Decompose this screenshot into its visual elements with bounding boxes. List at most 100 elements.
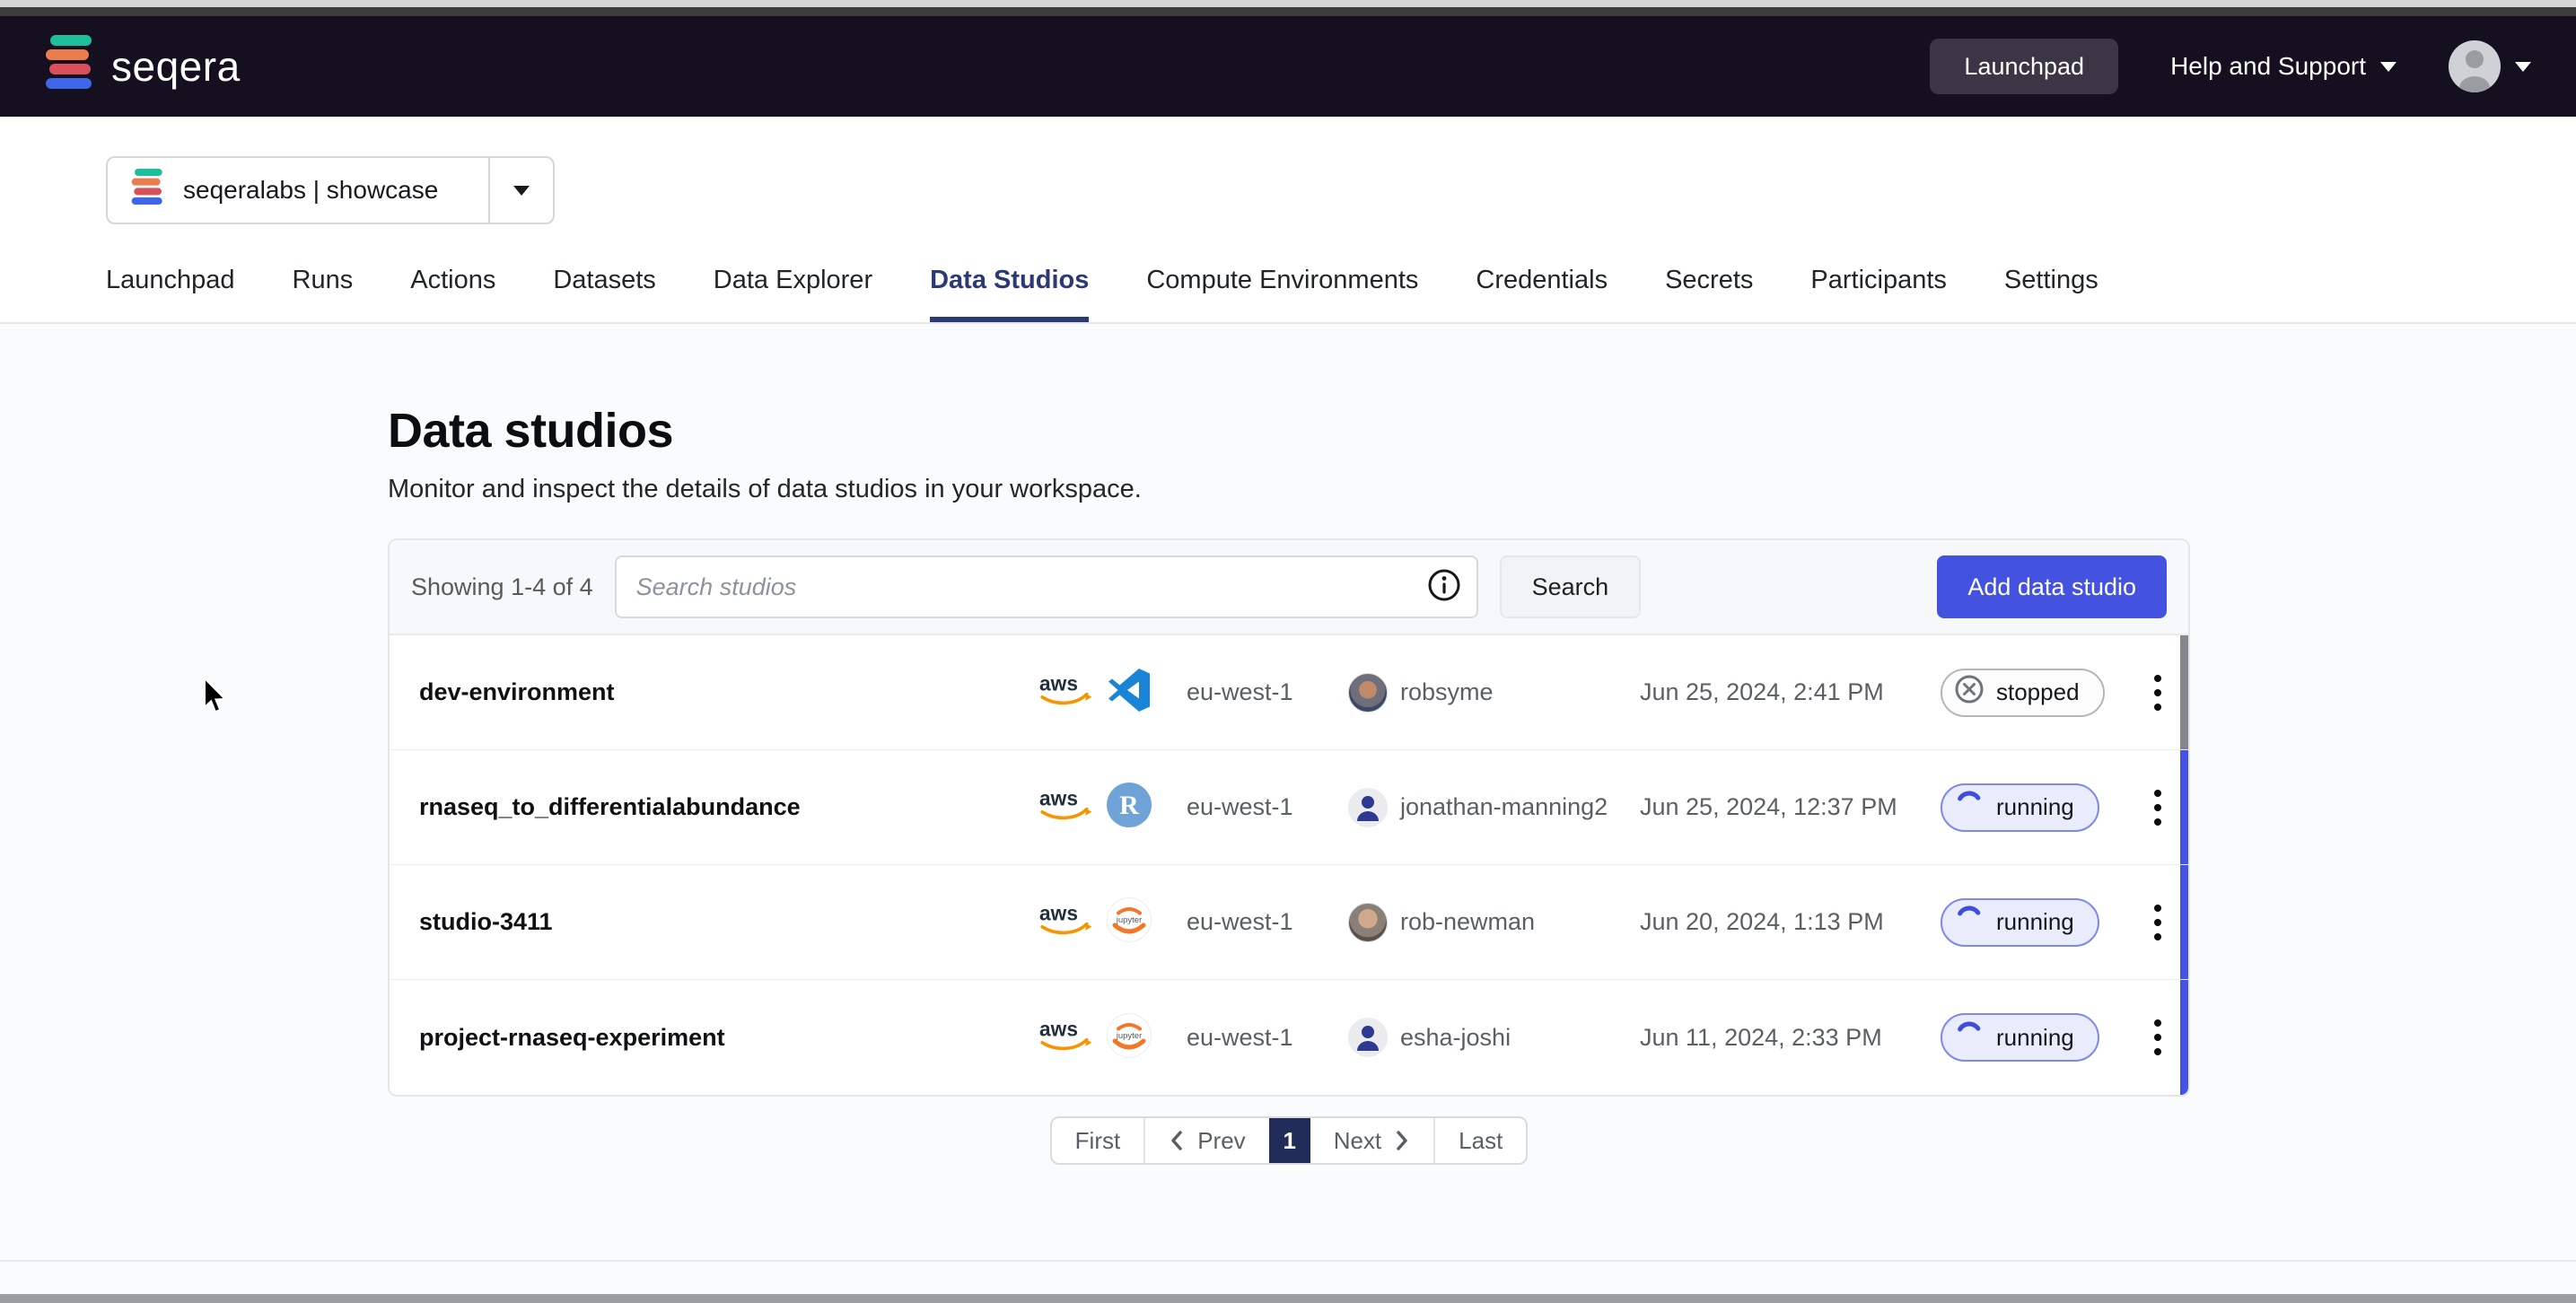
studio-icons: aws R	[1038, 783, 1187, 832]
aws-icon: aws	[1038, 1018, 1094, 1058]
add-data-studio-button[interactable]: Add data studio	[1937, 555, 2167, 618]
status-bar	[2180, 865, 2188, 979]
svg-text:aws: aws	[1039, 787, 1078, 810]
tab-datasets[interactable]: Datasets	[553, 266, 655, 322]
page-current[interactable]: 1	[1269, 1118, 1310, 1163]
top-navbar: seqera Launchpad Help and Support	[0, 16, 2576, 117]
row-menu-button[interactable]	[2138, 781, 2177, 835]
jupyter-icon: jupyter	[1107, 897, 1152, 947]
tab-data-studios[interactable]: Data Studios	[930, 266, 1089, 322]
tab-runs[interactable]: Runs	[293, 266, 354, 322]
studio-user: esha-joshi	[1348, 1018, 1640, 1057]
chevron-left-icon	[1169, 1129, 1185, 1152]
studio-icons: aws jupyter	[1038, 1013, 1187, 1063]
created-date: Jun 25, 2024, 2:41 PM	[1640, 678, 1941, 706]
created-date: Jun 11, 2024, 2:33 PM	[1640, 1024, 1941, 1052]
results-count: Showing 1-4 of 4	[411, 573, 593, 601]
first-label: First	[1075, 1127, 1121, 1155]
studio-icons: aws	[1038, 668, 1187, 717]
vscode-icon	[1107, 668, 1152, 717]
main-content: Data studios Monitor and inspect the det…	[388, 403, 2190, 1165]
studio-icons: aws jupyter	[1038, 897, 1187, 947]
info-icon[interactable]	[1426, 567, 1462, 608]
search-input[interactable]	[617, 557, 1426, 617]
user-avatar	[1348, 1018, 1388, 1057]
aws-icon: aws	[1038, 672, 1094, 713]
status-badge: running	[1941, 783, 2099, 832]
tab-compute-environments[interactable]: Compute Environments	[1146, 266, 1418, 322]
studio-region: eu-west-1	[1187, 1024, 1348, 1052]
workspace-selector[interactable]: seqeralabs | showcase	[106, 156, 555, 224]
pagination: First Prev 1 Next Last	[1050, 1116, 1529, 1165]
status-bar	[2180, 635, 2188, 749]
aws-icon: aws	[1038, 902, 1094, 942]
tab-credentials[interactable]: Credentials	[1476, 266, 1608, 322]
tab-secrets[interactable]: Secrets	[1665, 266, 1753, 322]
studio-user: jonathan-manning2	[1348, 788, 1640, 827]
svg-text:jupyter: jupyter	[1116, 915, 1143, 925]
page-next-button[interactable]: Next	[1310, 1118, 1433, 1163]
studio-region: eu-west-1	[1187, 908, 1348, 936]
help-and-support-menu[interactable]: Help and Support	[2170, 52, 2396, 81]
status-bar	[2180, 980, 2188, 1095]
brand-text: seqera	[111, 42, 241, 91]
prev-label: Prev	[1197, 1127, 1245, 1155]
chevron-down-icon	[513, 186, 530, 196]
seqera-logo-icon	[45, 83, 93, 98]
user-name: robsyme	[1400, 678, 1494, 706]
studio-name[interactable]: studio-3411	[419, 908, 1038, 936]
avatar	[2449, 40, 2501, 92]
help-label: Help and Support	[2170, 52, 2366, 81]
chevron-down-icon	[2515, 62, 2531, 72]
user-menu[interactable]	[2449, 40, 2531, 92]
status-label: running	[1996, 793, 2074, 821]
browser-chrome-bottom	[0, 1294, 2576, 1303]
page-title: Data studios	[388, 403, 2190, 459]
seqera-logo-icon	[131, 197, 163, 212]
workspace-header: seqeralabs | showcase Launchpad Runs Actio…	[0, 117, 2576, 324]
aws-icon: aws	[1038, 787, 1094, 827]
studio-name[interactable]: dev-environment	[419, 678, 1038, 706]
tab-participants[interactable]: Participants	[1810, 266, 1947, 322]
jupyter-icon: jupyter	[1107, 1013, 1152, 1063]
tab-launchpad[interactable]: Launchpad	[106, 266, 235, 322]
page-last-button[interactable]: Last	[1435, 1118, 1526, 1163]
workspace-dropdown-toggle[interactable]	[488, 158, 553, 223]
user-avatar	[1348, 673, 1388, 713]
user-avatar	[1348, 788, 1388, 827]
table-toolbar: Showing 1-4 of 4 Search Add data studio	[390, 540, 2188, 635]
table-row[interactable]: studio-3411 aws jupyter eu-west-1 rob-ne…	[390, 865, 2188, 980]
seqera-brand[interactable]: seqera	[45, 35, 241, 99]
table-row[interactable]: project-rnaseq-experiment aws jupyter eu…	[390, 980, 2188, 1095]
row-menu-button[interactable]	[2138, 896, 2177, 949]
running-spinner-icon	[1953, 1019, 1985, 1057]
svg-text:aws: aws	[1039, 672, 1078, 695]
tab-actions[interactable]: Actions	[410, 266, 495, 322]
launchpad-button[interactable]: Launchpad	[1930, 39, 2118, 94]
table-row[interactable]: rnaseq_to_differentialabundance aws R eu…	[390, 750, 2188, 865]
status-badge: stopped	[1941, 669, 2105, 717]
status-label: running	[1996, 1024, 2074, 1052]
studio-name[interactable]: project-rnaseq-experiment	[419, 1024, 1038, 1052]
last-label: Last	[1459, 1127, 1503, 1155]
studio-name[interactable]: rnaseq_to_differentialabundance	[419, 793, 1038, 821]
page-first-button[interactable]: First	[1052, 1118, 1144, 1163]
workspace-label: seqeralabs | showcase	[183, 176, 438, 205]
browser-chrome-top	[0, 0, 2576, 7]
status-label: running	[1996, 908, 2074, 936]
svg-text:jupyter: jupyter	[1116, 1031, 1143, 1041]
tab-data-explorer[interactable]: Data Explorer	[714, 266, 872, 322]
svg-text:aws: aws	[1039, 1018, 1078, 1041]
created-date: Jun 20, 2024, 1:13 PM	[1640, 908, 1941, 936]
stopped-icon	[1953, 673, 1985, 712]
row-menu-button[interactable]	[2138, 1010, 2177, 1064]
search-button[interactable]: Search	[1500, 555, 1642, 618]
table-row[interactable]: dev-environment aws eu-west-1 robsyme Ju…	[390, 635, 2188, 750]
user-name: rob-newman	[1400, 908, 1535, 936]
tab-settings[interactable]: Settings	[2004, 266, 2098, 322]
running-spinner-icon	[1953, 903, 1985, 941]
running-spinner-icon	[1953, 788, 1985, 826]
row-menu-button[interactable]	[2138, 666, 2177, 720]
page-prev-button[interactable]: Prev	[1145, 1118, 1268, 1163]
svg-text:aws: aws	[1039, 902, 1078, 925]
